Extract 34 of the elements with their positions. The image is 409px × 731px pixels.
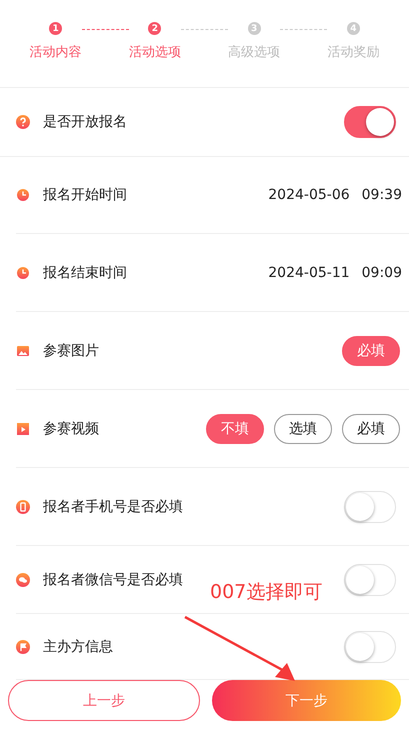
toggle-switch[interactable] [344, 106, 396, 138]
step-label[interactable]: 活动奖励 [327, 43, 380, 61]
question-icon [16, 115, 30, 129]
setting-label: 是否开放报名 [43, 113, 128, 131]
setting-label: 主办方信息 [43, 638, 114, 656]
clock-icon [16, 188, 30, 202]
video-icon [16, 422, 30, 436]
step-label[interactable]: 活动选项 [128, 43, 181, 61]
setting-label: 报名者微信号是否必填 [43, 570, 184, 588]
image-icon [16, 344, 30, 358]
step-number: 1 [49, 22, 62, 35]
step-label[interactable]: 活动内容 [30, 43, 82, 61]
flag-icon [16, 640, 30, 654]
previous-step-button[interactable]: 上一步 [8, 680, 200, 721]
phone-icon [16, 500, 30, 514]
time-value[interactable]: 09:39 [362, 187, 402, 203]
clock-icon [16, 266, 30, 280]
option-chip[interactable]: 必填 [342, 336, 400, 366]
option-chip[interactable]: 选填 [274, 414, 332, 444]
setting-label: 报名开始时间 [43, 186, 128, 204]
step-number: 2 [148, 22, 162, 35]
step-label[interactable]: 高级选项 [228, 43, 280, 61]
chat-icon [16, 572, 30, 586]
option-chip[interactable]: 必填 [342, 414, 400, 444]
next-step-button[interactable]: 下一步 [212, 680, 401, 721]
date-value[interactable]: 2024-05-11 [268, 264, 350, 280]
date-value[interactable]: 2024-05-06 [268, 187, 350, 203]
time-value[interactable]: 09:09 [362, 264, 402, 280]
annotation-text: 007选择即可 [210, 580, 322, 605]
setting-label: 参赛图片 [43, 342, 100, 360]
setting-label: 报名者手机号是否必填 [43, 498, 184, 516]
setting-label: 报名结束时间 [43, 264, 128, 282]
option-chip[interactable]: 不填 [206, 414, 264, 444]
setting-label: 参赛视频 [43, 420, 100, 438]
